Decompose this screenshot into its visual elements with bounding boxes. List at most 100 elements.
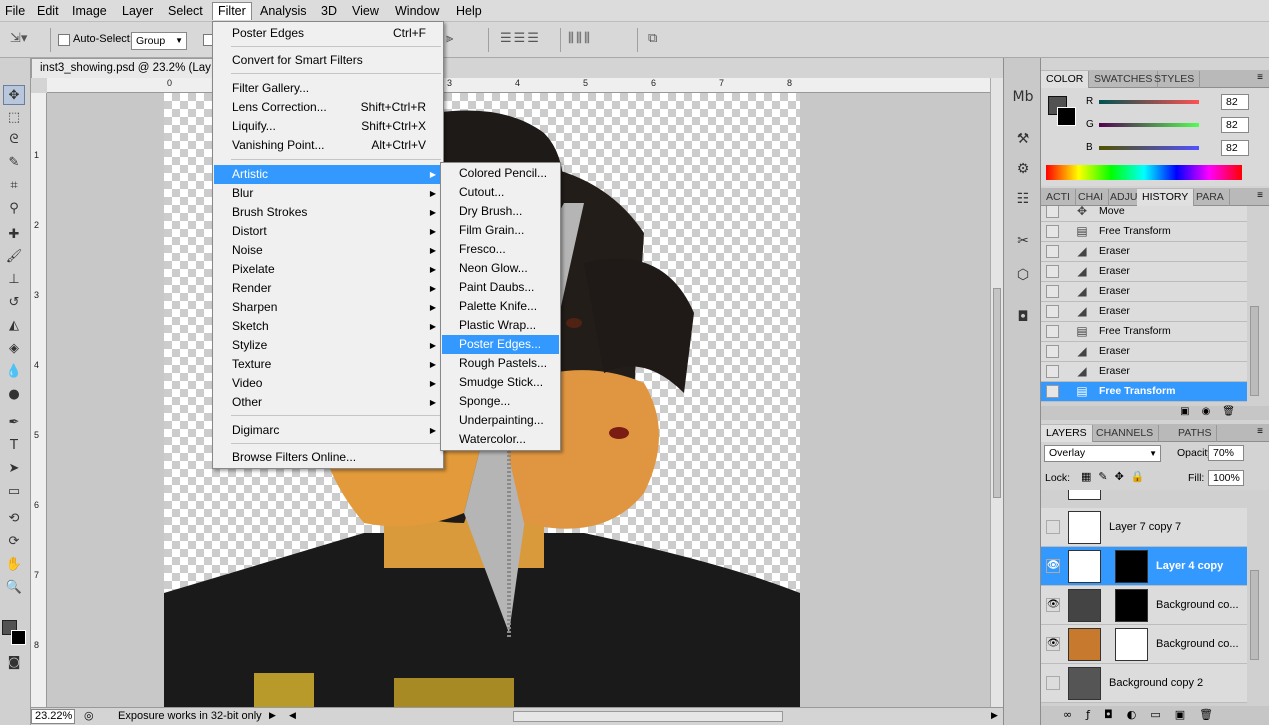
menu-item-texture[interactable]: Texture ▶	[214, 355, 442, 374]
submenu-item-watercolor[interactable]: Watercolor...	[442, 430, 559, 449]
opacity-field[interactable]	[1208, 445, 1244, 461]
color-background-swatch[interactable]	[1057, 107, 1076, 126]
menu-item-sketch[interactable]: Sketch ▶	[214, 317, 442, 336]
r-slider[interactable]	[1099, 100, 1199, 104]
canvas-vertical-scrollbar[interactable]	[990, 78, 1003, 707]
lock-icons[interactable]: ▦✎✥🔒	[1081, 470, 1152, 483]
actions-tools-icon[interactable]: ✂	[1012, 230, 1034, 252]
history-item[interactable]: ✥ Move	[1041, 206, 1247, 222]
menu-item-noise[interactable]: Noise ▶	[214, 241, 442, 260]
link-layers-icon[interactable]: ∞	[1063, 708, 1086, 721]
adjustment-layer-icon[interactable]: ◐	[1127, 708, 1151, 721]
submenu-item-underpainting[interactable]: Underpainting...	[442, 411, 559, 430]
menu-image[interactable]: Image	[67, 2, 112, 20]
menu-item-poster-edges-last[interactable]: Poster Edges Ctrl+F	[214, 24, 442, 43]
menu-item-render[interactable]: Render ▶	[214, 279, 442, 298]
layer-row[interactable]: 👁 Background co...	[1041, 586, 1247, 625]
eye-icon[interactable]: 👁	[1046, 559, 1060, 573]
menu-select[interactable]: Select	[163, 2, 208, 20]
shape-tool-icon[interactable]: ▭	[3, 482, 25, 502]
auto-select-dropdown[interactable]: Group ▼	[131, 32, 187, 50]
tab-history[interactable]: HISTORY	[1137, 189, 1195, 206]
status-menu-arrow-icon[interactable]: ▶	[269, 710, 276, 721]
history-item[interactable]: ◢ Eraser	[1041, 282, 1247, 302]
zoom-tool-icon[interactable]: 🔍	[3, 578, 25, 598]
3d-rotate-tool-icon[interactable]: ⟲	[3, 509, 25, 529]
distribute-horizontal-icon[interactable]: ⫼⫼⫼	[568, 31, 592, 46]
submenu-item-film-grain[interactable]: Film Grain...	[442, 221, 559, 240]
new-layer-icon[interactable]: ▣	[1175, 708, 1199, 721]
layer-row[interactable]: Background copy 2	[1041, 664, 1247, 703]
snapshot-checkbox[interactable]	[1046, 206, 1059, 218]
menu-edit[interactable]: Edit	[32, 2, 64, 20]
history-item[interactable]: ▤ Free Transform	[1041, 322, 1247, 342]
distribute-vertical-icon[interactable]: ☰☰☰	[500, 31, 541, 46]
snapshot-checkbox[interactable]	[1046, 385, 1059, 398]
layer-row[interactable]: Layer 7 copy 7	[1041, 508, 1247, 547]
stamp-icon[interactable]: ⬡	[1012, 264, 1034, 286]
tab-actions[interactable]: ACTI	[1041, 189, 1076, 206]
menu-item-stylize[interactable]: Stylize ▶	[214, 336, 442, 355]
marquee-tool-icon[interactable]: ⬚	[3, 108, 25, 128]
menu-3d[interactable]: 3D	[316, 2, 342, 20]
panel-menu-icon[interactable]: ≡	[1257, 426, 1263, 437]
path-selection-tool-icon[interactable]: ➤	[3, 459, 25, 479]
background-color-swatch[interactable]	[11, 630, 26, 645]
hand-tool-icon[interactable]: ✋	[3, 555, 25, 575]
submenu-item-poster-edges[interactable]: Poster Edges...	[442, 335, 559, 354]
panel-menu-icon[interactable]: ≡	[1257, 190, 1263, 201]
visibility-toggle[interactable]	[1046, 520, 1060, 534]
color-spectrum-bar[interactable]	[1046, 165, 1242, 180]
align-icon[interactable]: ⫸	[446, 31, 453, 46]
menu-view[interactable]: View	[347, 2, 384, 20]
3d-orbit-tool-icon[interactable]: ⟳	[3, 532, 25, 552]
snapshot-checkbox[interactable]	[1046, 285, 1059, 298]
snapshot-checkbox[interactable]	[1046, 245, 1059, 258]
menu-item-digimarc[interactable]: Digimarc ▶	[214, 421, 442, 440]
menu-item-video[interactable]: Video ▶	[214, 374, 442, 393]
scroll-left-icon[interactable]: ◀	[289, 710, 296, 721]
layer-row-selected[interactable]: 👁 Layer 4 copy	[1041, 547, 1247, 586]
submenu-item-dry-brush[interactable]: Dry Brush...	[442, 202, 559, 221]
horizontal-scroll-thumb[interactable]	[513, 711, 783, 722]
lasso-tool-icon[interactable]: ᘓ	[3, 130, 25, 150]
submenu-item-cutout[interactable]: Cutout...	[442, 183, 559, 202]
history-item[interactable]: ◢ Eraser	[1041, 242, 1247, 262]
eraser-tool-icon[interactable]: ◭	[3, 316, 25, 336]
menu-item-convert-smart-filters[interactable]: Convert for Smart Filters	[214, 51, 442, 70]
menu-item-distort[interactable]: Distort ▶	[214, 222, 442, 241]
clone-stamp-tool-icon[interactable]: ⊥	[3, 270, 25, 290]
new-snapshot-icon[interactable]: ◉	[1202, 406, 1223, 417]
brush-tool-icon[interactable]: 🖌	[3, 247, 25, 267]
scroll-thumb[interactable]	[993, 288, 1001, 498]
history-item[interactable]: ◢ Eraser	[1041, 362, 1247, 382]
tab-layers[interactable]: LAYERS	[1041, 425, 1093, 442]
snapshot-checkbox[interactable]	[1046, 225, 1059, 238]
g-slider[interactable]	[1099, 123, 1199, 127]
snapshot-checkbox[interactable]	[1046, 365, 1059, 378]
submenu-item-plastic-wrap[interactable]: Plastic Wrap...	[442, 316, 559, 335]
camera-icon[interactable]: ◘	[1012, 306, 1034, 328]
zoom-field[interactable]: 23.22%	[31, 709, 75, 724]
tab-character[interactable]: CHAI	[1073, 189, 1110, 206]
menu-item-blur[interactable]: Blur ▶	[214, 184, 442, 203]
history-brush-tool-icon[interactable]: ↺	[3, 293, 25, 313]
new-group-icon[interactable]: ▭	[1150, 708, 1174, 721]
crop-tool-icon[interactable]: ⌗	[3, 176, 25, 196]
eye-icon[interactable]: 👁	[1046, 598, 1060, 612]
snapshot-checkbox[interactable]	[1046, 345, 1059, 358]
menu-item-vanishing-point[interactable]: Vanishing Point... Alt+Ctrl+V	[214, 136, 442, 155]
tab-swatches[interactable]: SWATCHES	[1089, 71, 1159, 88]
g-value-field[interactable]	[1221, 117, 1249, 133]
status-info-icon[interactable]: ◎	[84, 709, 94, 722]
submenu-item-colored-pencil[interactable]: Colored Pencil...	[442, 164, 559, 183]
b-slider[interactable]	[1099, 146, 1199, 150]
quick-select-tool-icon[interactable]: ✎	[3, 153, 25, 173]
tool-presets-icon[interactable]: ☷	[1012, 188, 1034, 210]
eye-icon[interactable]: 👁	[1046, 637, 1060, 651]
scroll-right-icon[interactable]: ▶	[991, 710, 998, 721]
blend-mode-dropdown[interactable]: Overlay ▼	[1044, 445, 1161, 462]
submenu-item-fresco[interactable]: Fresco...	[442, 240, 559, 259]
paint-bucket-tool-icon[interactable]: ◈	[3, 339, 25, 359]
menu-item-other[interactable]: Other ▶	[214, 393, 442, 412]
